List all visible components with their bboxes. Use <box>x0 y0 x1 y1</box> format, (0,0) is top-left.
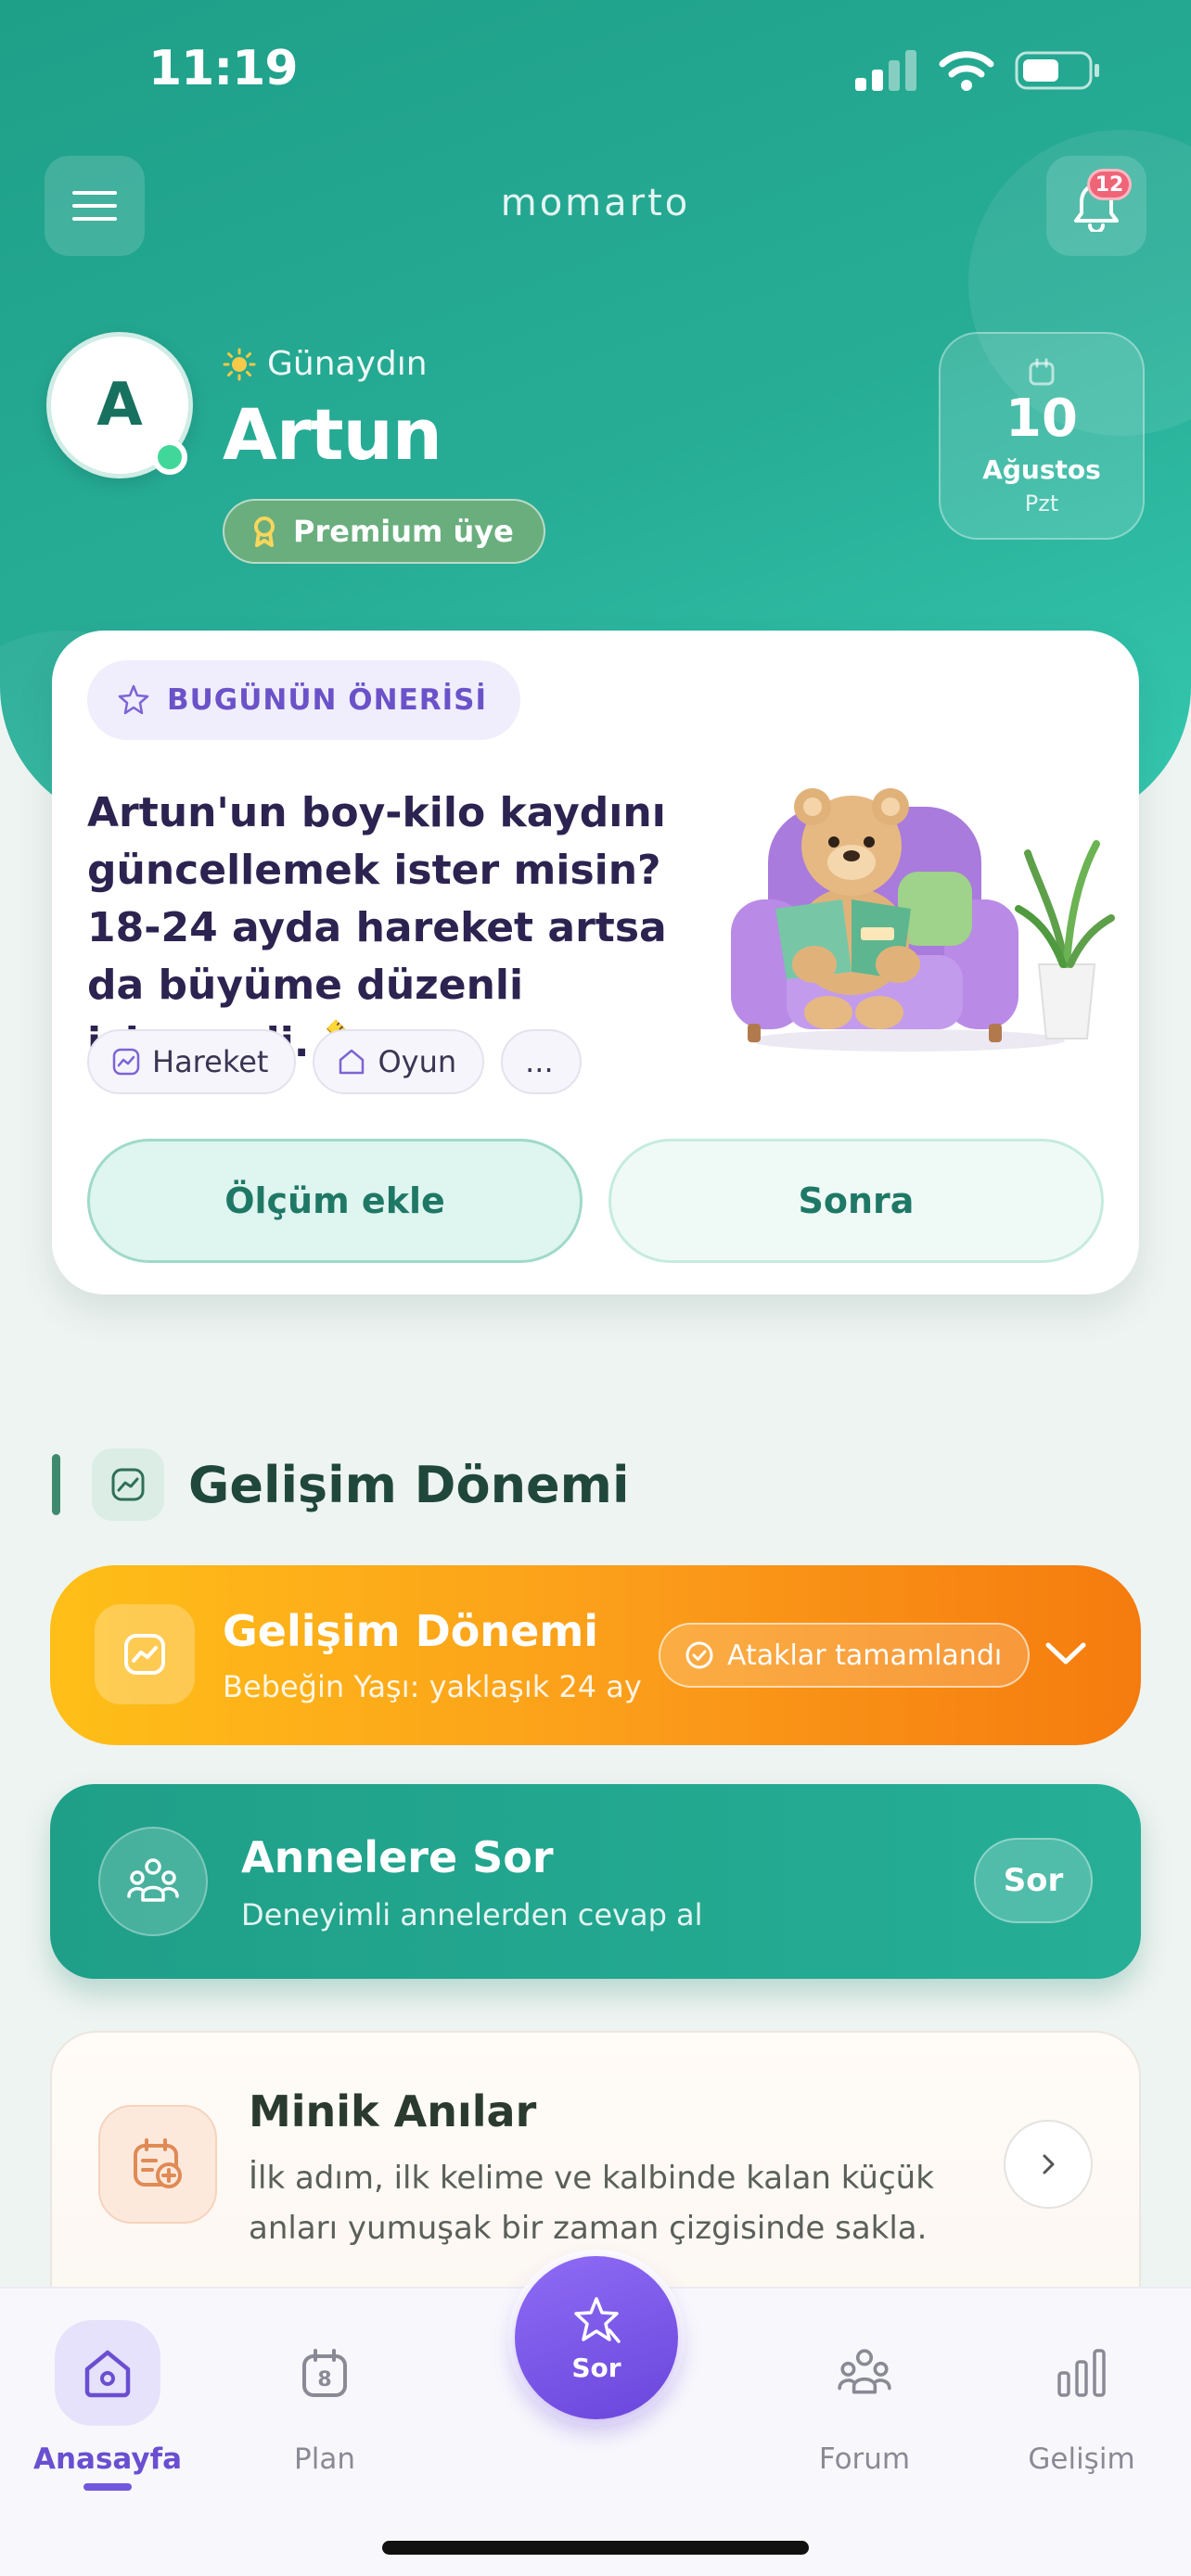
sun-icon <box>223 348 256 380</box>
tab-label: Anasayfa <box>32 2442 182 2476</box>
community-icon-wrap <box>98 1827 208 1936</box>
section-icon <box>92 1448 164 1521</box>
memories-open-button[interactable] <box>1004 2120 1093 2209</box>
check-circle-icon <box>685 1641 713 1669</box>
battery-icon <box>1015 51 1099 90</box>
tab-home-icon-wrap <box>55 2320 160 2426</box>
fab-label: Sor <box>571 2352 621 2383</box>
section-title: Gelişim Dönemi <box>188 1455 630 1514</box>
user-name: Artun <box>223 393 442 476</box>
calendar-add-icon <box>134 2138 182 2188</box>
tab-forum-icon-wrap <box>812 2320 917 2426</box>
tab-progress[interactable]: Gelişim <box>989 2320 1174 2476</box>
chart-icon <box>112 1048 140 1076</box>
greeting-text: Günaydın <box>267 345 428 383</box>
memories-title: Minik Anılar <box>249 2086 537 2136</box>
calendar-icon <box>1029 358 1055 386</box>
active-tab-indicator <box>83 2483 132 2491</box>
community-icon <box>838 2349 891 2394</box>
notification-badge: 12 <box>1087 169 1132 200</box>
chart-icon <box>124 1634 165 1675</box>
teddy-bear-illustration <box>731 788 1115 1052</box>
tab-home[interactable]: Anasayfa <box>15 2320 200 2491</box>
chevron-right-icon <box>1043 2154 1055 2174</box>
recommendation-chip: BUGÜNÜN ÖNERİSİ <box>87 660 521 740</box>
ask-button[interactable]: Sor <box>974 1838 1093 1923</box>
tab-forum[interactable]: Forum <box>772 2320 957 2476</box>
tag-label: Hareket <box>152 1044 269 1079</box>
tag-list: Hareket Oyun ... <box>87 1029 582 1094</box>
section-accent-bar <box>52 1454 60 1515</box>
memories-icon-wrap <box>98 2105 217 2224</box>
recommendation-chip-label: BUGÜNÜN ÖNERİSİ <box>167 683 488 717</box>
development-title: Gelişim Dönemi <box>223 1606 599 1656</box>
status-badge-label: Ataklar tamamlandı <box>727 1639 1003 1672</box>
signal-icon <box>855 50 916 91</box>
tab-label: Plan <box>294 2442 355 2476</box>
status-badge: Ataklar tamamlandı <box>659 1623 1031 1688</box>
premium-label: Premium üye <box>293 514 514 549</box>
home-icon <box>84 2350 131 2398</box>
home-indicator <box>382 2541 809 2555</box>
tag-label: ... <box>525 1044 554 1079</box>
community-icon <box>127 1858 179 1902</box>
home-icon <box>339 1049 365 1075</box>
ask-fab-button[interactable]: Sor <box>508 2250 685 2426</box>
calendar-day-number: 8 <box>317 2368 331 2391</box>
recommendation-card: BUGÜNÜN ÖNERİSİ Artun'un boy-kilo kaydın… <box>52 631 1139 1294</box>
tab-plan-icon-wrap: 8 <box>272 2320 378 2426</box>
date-month: Ağustos <box>982 454 1101 485</box>
tag-oyun[interactable]: Oyun <box>313 1029 485 1094</box>
development-card[interactable]: Gelişim Dönemi Bebeğin Yaşı: yaklaşık 24… <box>50 1565 1141 1745</box>
later-button[interactable]: Sonra <box>608 1139 1104 1263</box>
online-indicator <box>152 440 187 475</box>
ask-mothers-subtitle: Deneyimli annelerden cevap al <box>241 1897 703 1932</box>
wifi-icon <box>939 51 994 91</box>
brand-title: momarto <box>500 182 691 224</box>
tab-label: Forum <box>818 2442 911 2476</box>
sparkle-icon <box>118 684 149 715</box>
chart-icon <box>111 1468 145 1501</box>
section-header: Gelişim Dönemi <box>52 1448 629 1521</box>
medal-icon <box>254 516 275 547</box>
notifications-button[interactable]: 12 <box>1046 156 1146 256</box>
status-icons <box>855 50 1102 91</box>
memories-description: İlk adım, ilk kelime ve kalbinde kalan k… <box>249 2160 934 2247</box>
tab-label: Gelişim <box>1028 2442 1135 2476</box>
bar-chart-icon <box>1057 2349 1106 2397</box>
development-icon <box>95 1604 195 1704</box>
ask-fab-inner: Sor <box>515 2256 678 2419</box>
tab-progress-icon-wrap <box>1029 2320 1134 2426</box>
ask-mothers-card[interactable]: Annelere Sor Deneyimli annelerden cevap … <box>50 1784 1141 1979</box>
calendar-icon: 8 <box>302 2349 347 2397</box>
premium-badge[interactable]: Premium üye <box>223 499 545 564</box>
tag-hareket[interactable]: Hareket <box>87 1029 297 1094</box>
greeting: Günaydın <box>223 345 428 383</box>
date-weekday: Pzt <box>1024 491 1059 516</box>
tab-bar: Anasayfa 8 Plan Sor Forum Gelişim <box>0 2250 1191 2576</box>
add-measurement-button[interactable]: Ölçüm ekle <box>87 1139 583 1263</box>
status-time: 11:19 <box>148 41 299 96</box>
date-day: 10 <box>1005 389 1078 449</box>
date-card[interactable]: 10 Ağustos Pzt <box>939 332 1145 540</box>
chevron-down-icon[interactable] <box>1043 1630 1089 1677</box>
tag-more[interactable]: ... <box>501 1029 582 1094</box>
tab-plan[interactable]: 8 Plan <box>232 2320 417 2476</box>
development-subtitle: Bebeğin Yaşı: yaklaşık 24 ay <box>223 1669 642 1704</box>
ask-mothers-title: Annelere Sor <box>241 1832 554 1882</box>
tag-label: Oyun <box>378 1044 457 1079</box>
sparkle-star-icon <box>574 2296 621 2343</box>
